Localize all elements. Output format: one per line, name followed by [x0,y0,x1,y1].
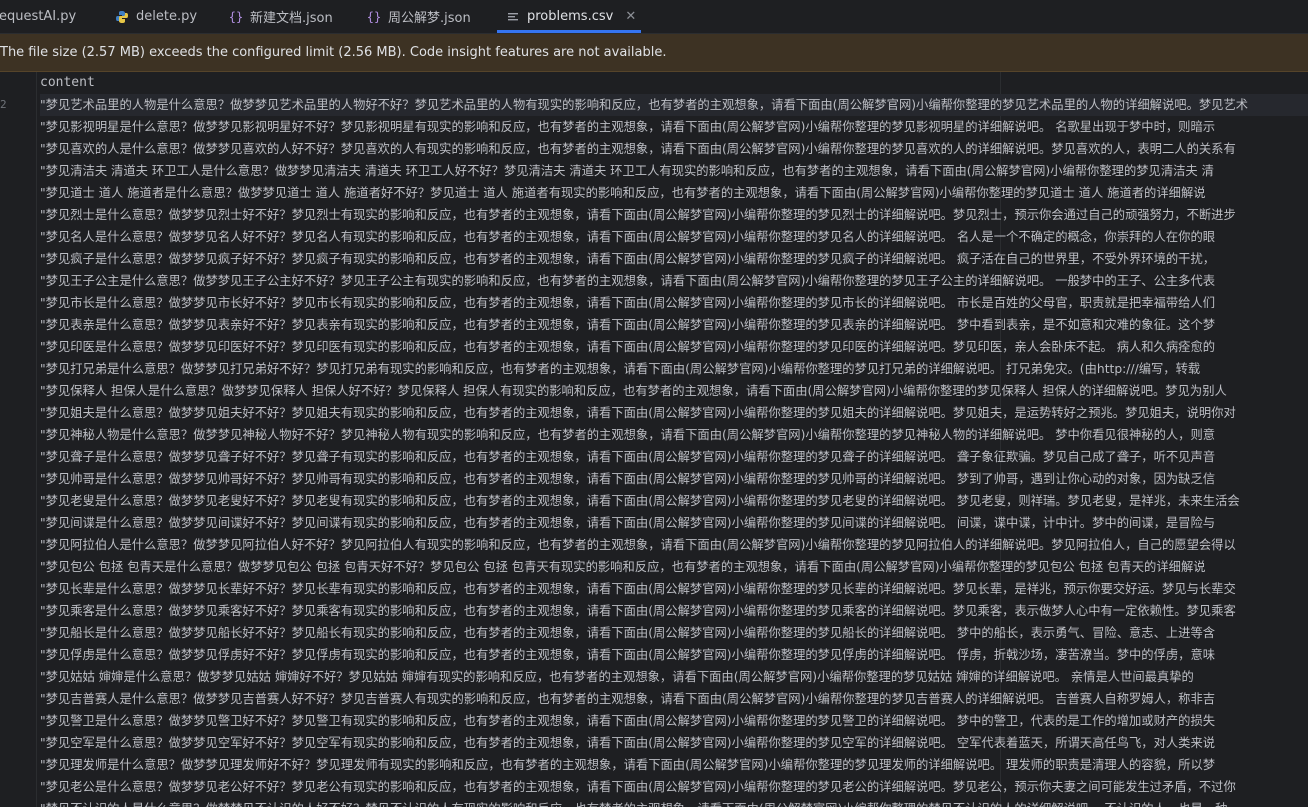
text-line: "梦见姐夫是什么意思？做梦梦见姐夫好不好？梦见姐夫有现实的影响和反应，也有梦者的… [40,406,1236,420]
text-line: "梦见烈士是什么意思？做梦梦见烈士好不好？梦见烈士有现实的影响和反应，也有梦者的… [40,208,1236,222]
text-line: "梦见影视明星是什么意思？做梦梦见影视明星好不好？梦见影视明星有现实的影响和反应… [40,120,1216,134]
text-line: "梦见疯子是什么意思？做梦梦见疯子好不好？梦见疯子有现实的影响和反应，也有梦者的… [40,252,1216,266]
text-line: "梦见姑姑 婶婶是什么意思？做梦梦见姑姑 婶婶好不好？梦见姑姑 婶婶有现实的影响… [40,670,1194,684]
text-line: "梦见船长是什么意思？做梦梦见船长好不好？梦见船长有现实的影响和反应，也有梦者的… [40,626,1216,640]
file-size-warning-banner: The file size (2.57 MB) exceeds the conf… [0,34,1308,72]
text-line: "梦见长辈是什么意思？做梦梦见长辈好不好？梦见长辈有现实的影响和反应，也有梦者的… [40,582,1236,596]
text-line: "梦见包公 包拯 包青天是什么意思？做梦梦见包公 包拯 包青天好不好？梦见包公 … [40,560,1206,574]
text-line: "梦见阿拉伯人是什么意思？做梦梦见阿拉伯人好不好？梦见阿拉伯人有现实的影响和反应… [40,538,1236,552]
text-line: "梦见艺术品里的人物是什么意思？做梦梦见艺术品里的人物好不好？梦见艺术品里的人物… [40,94,1308,116]
line-gutter[interactable]: 2 [0,72,37,807]
text-line: "梦见印医是什么意思？做梦梦见印医好不好？梦见印医有现实的影响和反应，也有梦者的… [40,340,1216,354]
text-line: "梦见乘客是什么意思？做梦梦见乘客好不好？梦见乘客有现实的影响和反应，也有梦者的… [40,604,1236,618]
text-line: "梦见老叟是什么意思？做梦梦见老叟好不好？梦见老叟有现实的影响和反应，也有梦者的… [40,494,1240,508]
csv-header-line: content [40,75,95,90]
text-line: "梦见间谍是什么意思？做梦梦见间谍好不好？梦见间谍有现实的影响和反应，也有梦者的… [40,516,1216,530]
text-line: "梦见聋子是什么意思？做梦梦见聋子好不好？梦见聋子有现实的影响和反应，也有梦者的… [40,450,1216,464]
tab-requestai-py[interactable]: requestAI.py [0,0,76,33]
text-line: "梦见俘虏是什么意思？做梦梦见俘虏好不好？梦见俘虏有现实的影响和反应，也有梦者的… [40,648,1216,662]
tab-label: delete.py [136,9,198,24]
text-line: "梦见不认识的人是什么意思？做梦梦见不认识的人好不好？梦见不认识的人有现实的影响… [40,798,1308,807]
text-line: "梦见保释人 担保人是什么意思？做梦梦见保释人 担保人好不好？梦见保释人 担保人… [40,384,1227,398]
text-line: "梦见理发师是什么意思？做梦梦见理发师好不好？梦见理发师有现实的影响和反应，也有… [40,758,1216,772]
banner-message: The file size (2.57 MB) exceeds the conf… [0,45,667,60]
text-line: "梦见名人是什么意思？做梦梦见名人好不好？梦见名人有现实的影响和反应，也有梦者的… [40,230,1216,244]
text-line: "梦见打兄弟是什么意思？做梦梦见打兄弟好不好？梦见打兄弟有现实的影响和反应，也有… [40,362,1201,376]
json-file-icon: {} [228,9,244,24]
editor-tab-bar: requestAI.py delete.py {} 新建文档.json {} 周… [0,0,1308,34]
text-line: "梦见表亲是什么意思？做梦梦见表亲好不好？梦见表亲有现实的影响和反应，也有梦者的… [40,318,1216,332]
close-icon[interactable]: ✕ [625,9,636,24]
text-line: "梦见老公是什么意思？做梦梦见老公好不好？梦见老公有现实的影响和反应，也有梦者的… [40,780,1236,794]
text-line: "梦见王子公主是什么意思？做梦梦见王子公主好不好？梦见王子公主有现实的影响和反应… [40,274,1216,288]
text-line: "梦见清洁夫 清道夫 环卫工人是什么意思？做梦梦见清洁夫 清道夫 环卫工人好不好… [40,164,1214,178]
tab-label: 周公解梦.json [388,11,471,26]
text-line: "梦见空军是什么意思？做梦梦见空军好不好？梦见空军有现实的影响和反应，也有梦者的… [40,736,1216,750]
text-line: "梦见喜欢的人是什么意思？做梦梦见喜欢的人好不好？梦见喜欢的人有现实的影响和反应… [40,142,1236,156]
code-content[interactable]: content "梦见艺术品里的人物是什么意思？做梦梦见艺术品里的人物好不好？梦… [40,72,1308,807]
tab-label: problems.csv [527,9,614,24]
tab-zhougong-json[interactable]: {} 周公解梦.json [366,0,471,33]
code-editor[interactable]: 2 content "梦见艺术品里的人物是什么意思？做梦梦见艺术品里的人物好不好… [0,72,1308,807]
tab-delete-py[interactable]: delete.py [114,0,197,33]
text-line: "梦见警卫是什么意思？做梦梦见警卫好不好？梦见警卫有现实的影响和反应，也有梦者的… [40,714,1216,728]
tab-new-document-json[interactable]: {} 新建文档.json [228,0,333,33]
tab-label: requestAI.py [0,9,77,24]
text-line: "梦见市长是什么意思？做梦梦见市长好不好？梦见市长有现实的影响和反应，也有梦者的… [40,296,1216,310]
text-line: "梦见神秘人物是什么意思？做梦梦见神秘人物好不好？梦见神秘人物有现实的影响和反应… [40,428,1216,442]
json-file-icon: {} [366,9,382,24]
csv-file-icon [505,9,521,25]
current-line-marker: 2 [0,98,7,111]
text-line: "梦见帅哥是什么意思？做梦梦见帅哥好不好？梦见帅哥有现实的影响和反应，也有梦者的… [40,472,1216,486]
tab-label: 新建文档.json [250,11,333,26]
python-file-icon [114,9,130,25]
tab-problems-csv[interactable]: problems.csv ✕ [497,0,641,33]
text-line: "梦见吉普赛人是什么意思？做梦梦见吉普赛人好不好？梦见吉普赛人有现实的影响和反应… [40,692,1216,706]
text-line: "梦见道士 道人 施道者是什么意思？做梦梦见道士 道人 施道者好不好？梦见道士 … [40,186,1206,200]
